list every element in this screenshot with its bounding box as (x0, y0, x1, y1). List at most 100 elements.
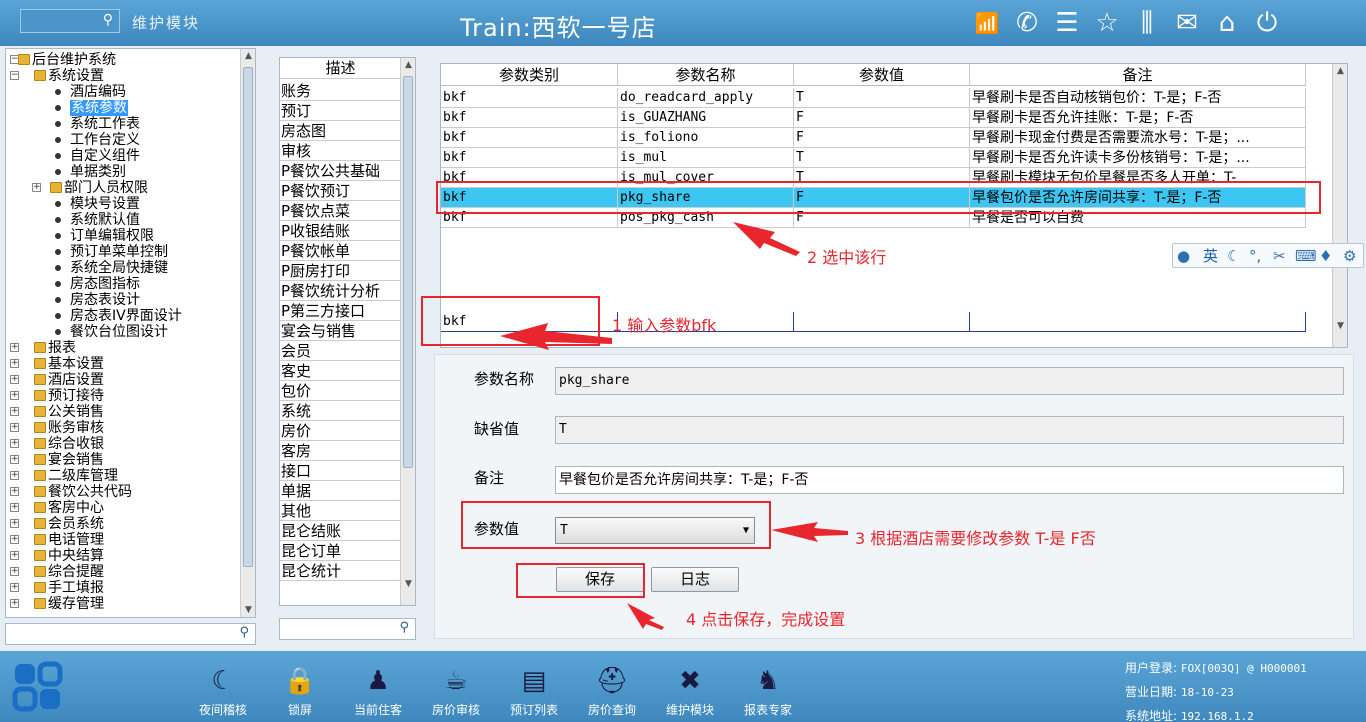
scroll-down-icon[interactable]: ▼ (401, 577, 415, 591)
expand-icon[interactable]: + (10, 439, 19, 448)
scroll-thumb[interactable] (243, 67, 253, 567)
ime-lang[interactable]: 英 (1203, 246, 1218, 266)
desc-item[interactable]: 单据 (280, 481, 401, 501)
tree-item[interactable]: 餐饮台位图设计 (6, 324, 240, 340)
desc-item[interactable]: P餐饮公共基础 (280, 161, 401, 181)
scroll-down-icon[interactable]: ▼ (241, 603, 255, 617)
home-icon[interactable]: ⌂ (1210, 6, 1244, 40)
tree-item[interactable]: 系统全局快捷键 (6, 260, 240, 276)
expand-icon[interactable]: + (10, 455, 19, 464)
tree-item[interactable]: 工作台定义 (6, 132, 240, 148)
expand-icon[interactable]: + (10, 423, 19, 432)
desc-item[interactable]: 账务 (280, 81, 401, 101)
expand-icon[interactable]: + (10, 359, 19, 368)
signal-icon[interactable]: 📶 (970, 6, 1004, 40)
power-icon[interactable]: ⏻ (1250, 6, 1284, 40)
expand-icon[interactable]: + (10, 487, 19, 496)
tree-item[interactable]: − 后台维护系统 (6, 52, 240, 68)
search-icon[interactable]: ⚲ (103, 12, 113, 28)
desc-item[interactable]: P厨房打印 (280, 261, 401, 281)
desc-item[interactable]: 客史 (280, 361, 401, 381)
desc-item[interactable]: 包价 (280, 381, 401, 401)
expand-icon[interactable]: + (10, 551, 19, 560)
tree-item[interactable]: 预订单菜单控制 (6, 244, 240, 260)
tree-item[interactable]: + 部门人员权限 (6, 180, 240, 196)
tree-item[interactable]: 系统参数 (6, 100, 240, 116)
dock-item[interactable]: ⛑ 房价查询 (577, 663, 647, 718)
search-icon[interactable]: ⚲ (239, 625, 249, 640)
tree-item[interactable]: + 基本设置 (6, 356, 240, 372)
tree-item[interactable]: + 电话管理 (6, 532, 240, 548)
moon-icon[interactable]: ☾ (1227, 246, 1240, 266)
tree-item[interactable]: 房态表IV界面设计 (6, 308, 240, 324)
collapse-icon[interactable]: − (10, 71, 19, 80)
expand-icon[interactable]: + (10, 375, 19, 384)
ime-logo-icon[interactable]: ● (1177, 246, 1190, 266)
desc-item[interactable]: P餐饮统计分析 (280, 281, 401, 301)
desc-item[interactable]: 客房 (280, 441, 401, 461)
desc-item[interactable]: P第三方接口 (280, 301, 401, 321)
expand-icon[interactable]: + (10, 471, 19, 480)
tree-item[interactable]: 自定义组件 (6, 148, 240, 164)
menu-icon[interactable]: ☰ (1050, 6, 1084, 40)
desc-item[interactable]: 系统 (280, 401, 401, 421)
columns-icon[interactable]: ⫼ (1130, 6, 1164, 40)
tree-item[interactable]: 模块号设置 (6, 196, 240, 212)
tree-item[interactable]: + 报表 (6, 340, 240, 356)
filter-cell[interactable] (794, 312, 970, 332)
column-header[interactable]: 参数类别 (441, 64, 618, 86)
tree-scrollbar[interactable]: ▲ ▼ (240, 49, 255, 617)
expand-icon[interactable]: + (10, 599, 19, 608)
tree-item[interactable]: + 酒店设置 (6, 372, 240, 388)
shirt-icon[interactable]: ♦ (1319, 246, 1332, 266)
scroll-up-icon[interactable]: ▲ (401, 58, 415, 72)
table-row[interactable]: bkf is_mul T 早餐刷卡是否允许读卡多份核销号：T-是；... (441, 148, 1306, 168)
desc-item[interactable]: 预订 (280, 101, 401, 121)
desc-item[interactable]: 房态图 (280, 121, 401, 141)
table-row[interactable]: bkf is_GUAZHANG F 早餐刷卡是否允许挂账：T-是；F-否 (441, 108, 1306, 128)
desc-item[interactable]: 审核 (280, 141, 401, 161)
tree-item[interactable]: 单据类别 (6, 164, 240, 180)
mail-icon[interactable]: ✉ (1170, 6, 1204, 40)
tree-item[interactable]: + 综合收银 (6, 436, 240, 452)
tree-item[interactable]: + 缓存管理 (6, 596, 240, 612)
dock-item[interactable]: ▤ 预订列表 (499, 663, 569, 718)
search-icon[interactable]: ⚲ (399, 620, 409, 635)
expand-icon[interactable]: + (10, 391, 19, 400)
tree-item[interactable]: 系统默认值 (6, 212, 240, 228)
desc-search-input[interactable]: ⚲ (279, 618, 416, 640)
expand-icon[interactable]: + (10, 503, 19, 512)
grid-scrollbar[interactable]: ▲ ▼ (1332, 64, 1347, 347)
tree-item[interactable]: − 系统设置 (6, 68, 240, 84)
desc-item[interactable]: P餐饮帐单 (280, 241, 401, 261)
desc-scrollbar[interactable]: ▲ ▼ (400, 58, 415, 605)
tree-item[interactable]: 系统工作表 (6, 116, 240, 132)
scroll-up-icon[interactable]: ▲ (241, 49, 255, 63)
dock-item[interactable]: ♞ 报表专家 (733, 663, 803, 718)
tree-item[interactable]: + 预订接待 (6, 388, 240, 404)
desc-item[interactable]: 宴会与销售 (280, 321, 401, 341)
dock-item[interactable]: 🔒 锁屏 (265, 663, 335, 718)
dock-item[interactable]: ☕ 房价审核 (421, 663, 491, 718)
column-header[interactable]: 备注 (970, 64, 1306, 86)
expand-icon[interactable]: + (32, 183, 41, 192)
expand-icon[interactable]: + (10, 535, 19, 544)
expand-icon[interactable]: + (10, 343, 19, 352)
tree-item[interactable]: + 中央结算 (6, 548, 240, 564)
tree-item[interactable]: 订单编辑权限 (6, 228, 240, 244)
desc-item[interactable]: P餐饮点菜 (280, 201, 401, 221)
table-row[interactable]: bkf is_foliono F 早餐刷卡现金付费是否需要流水号：T-是；... (441, 128, 1306, 148)
dock-item[interactable]: ☾ 夜间稽核 (188, 663, 258, 718)
tree-item[interactable]: + 客房中心 (6, 500, 240, 516)
column-header[interactable]: 参数名称 (618, 64, 794, 86)
desc-item[interactable]: 其他 (280, 501, 401, 521)
tree-item[interactable]: 酒店编码 (6, 84, 240, 100)
expand-icon[interactable]: + (10, 519, 19, 528)
dock-item[interactable]: ♟ 当前住客 (343, 663, 413, 718)
tree-item[interactable]: + 宴会销售 (6, 452, 240, 468)
top-search-input[interactable]: ⚲ (20, 9, 120, 33)
desc-item[interactable]: 昆仑统计 (280, 561, 401, 581)
star-icon[interactable]: ☆ (1090, 6, 1124, 40)
table-row[interactable]: bkf do_readcard_apply T 早餐刷卡是否自动核销包价：T-是；F-… (441, 88, 1306, 108)
desc-item[interactable]: 昆仑订单 (280, 541, 401, 561)
